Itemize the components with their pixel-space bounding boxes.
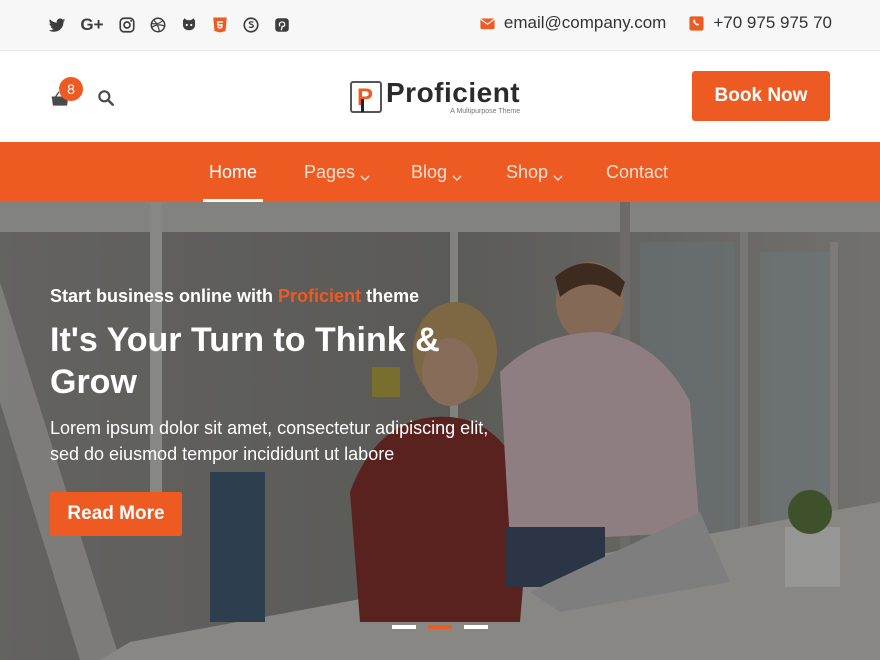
hero-title: It's Your Turn to Think & Grow: [50, 321, 440, 401]
html5-icon[interactable]: [211, 14, 229, 36]
book-now-button[interactable]: Book Now: [692, 71, 830, 121]
google-plus-label: G+: [80, 15, 104, 34]
slider-pagination: [392, 625, 488, 629]
nav-item-blog[interactable]: Blog: [411, 142, 462, 202]
nav-label: Blog: [411, 161, 448, 182]
logo-mark: P: [350, 81, 382, 113]
hero-text: Lorem ipsum dolor sit amet, consectetur …: [50, 418, 489, 464]
chevron-down-icon: [553, 167, 563, 181]
email-contact[interactable]: email@company.com: [479, 13, 666, 33]
slide-dot-1[interactable]: [392, 625, 416, 629]
github-icon[interactable]: [180, 14, 198, 36]
phone-contact[interactable]: +70 975 975 70: [688, 13, 832, 33]
nav-label: Shop: [506, 161, 549, 182]
instagram-icon[interactable]: [118, 14, 136, 36]
site-header: 8 P Proficient A Multipurpose Theme Book…: [0, 51, 880, 142]
twitter-icon[interactable]: [48, 14, 66, 36]
logo-tagline: A Multipurpose Theme: [450, 108, 521, 115]
nav-label: Home: [209, 161, 258, 182]
slide-dot-2[interactable]: [428, 625, 452, 629]
slide-dot-3[interactable]: [464, 625, 488, 629]
chevron-down-icon: [452, 167, 462, 181]
contact-info: email@company.com +70 975 975 70: [479, 13, 832, 33]
phone-icon: [688, 15, 705, 32]
email-address: email@company.com: [503, 13, 667, 32]
main-nav: Home Pages Blog Shop Contact: [0, 142, 880, 202]
hero-subtitle-highlight: Proficient: [278, 286, 362, 306]
logo-name: Proficient: [386, 77, 521, 108]
nav-label: Contact: [606, 161, 669, 182]
cart-count-badge: 8: [59, 77, 83, 101]
logo-letter: P: [357, 84, 374, 111]
hero-content: Start business online with Proficient th…: [50, 286, 510, 467]
nav-item-pages[interactable]: Pages: [304, 142, 370, 202]
dribbble-icon[interactable]: [149, 14, 167, 36]
hero-slider: Start business online with Proficient th…: [0, 202, 880, 660]
nav-item-home[interactable]: Home: [209, 142, 257, 202]
skype-icon[interactable]: [242, 14, 260, 36]
hero-subtitle: Start business online with Proficient th…: [50, 286, 510, 307]
hero-subtitle-prefix: Start business online with: [50, 286, 274, 306]
nav-item-contact[interactable]: Contact: [606, 142, 668, 202]
nav-item-shop[interactable]: Shop: [506, 142, 563, 202]
search-icon[interactable]: [96, 88, 116, 108]
top-bar: G+ email@company.com +70 975 975 70: [0, 0, 880, 51]
phone-number: +70 975 975 70: [713, 13, 832, 32]
nav-label: Pages: [304, 161, 356, 182]
site-logo[interactable]: P Proficient A Multipurpose Theme: [350, 77, 520, 117]
pinterest-icon[interactable]: [273, 14, 291, 36]
chevron-down-icon: [360, 167, 370, 181]
read-more-button[interactable]: Read More: [50, 492, 182, 536]
social-links: G+: [48, 14, 291, 36]
hero-subtitle-suffix: theme: [366, 286, 420, 306]
google-plus-icon[interactable]: G+: [79, 14, 105, 36]
envelope-icon: [479, 15, 496, 32]
